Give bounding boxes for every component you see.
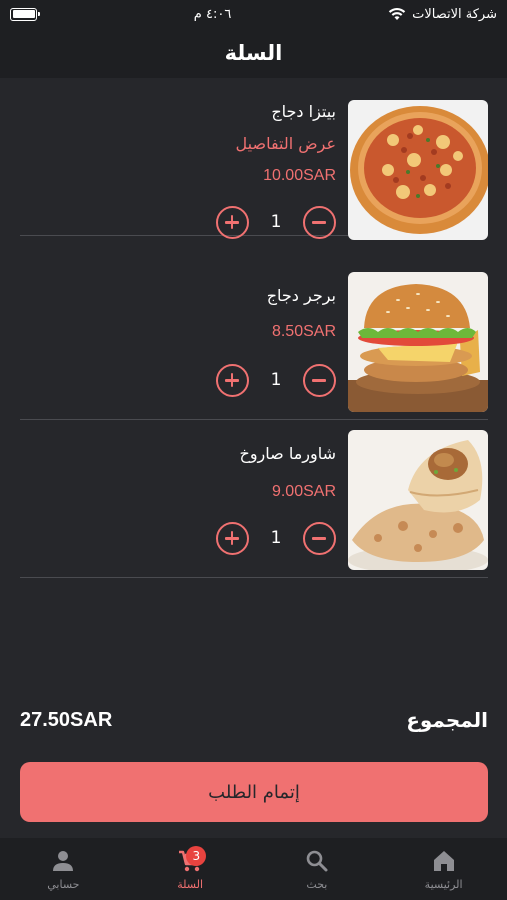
tab-search[interactable]: بحث (254, 838, 381, 900)
item-price: 9.00SAR (271, 483, 336, 500)
item-name: برجر دجاج (266, 286, 336, 305)
increase-quantity-button[interactable] (216, 521, 249, 555)
total-label: المجموع (406, 708, 488, 732)
tab-label: السلة (177, 877, 203, 891)
tab-cart[interactable]: 3 السلة (127, 838, 254, 900)
tab-label: حسابي (47, 877, 80, 891)
tab-account[interactable]: حسابي (0, 838, 127, 900)
total-row: 27.50SAR المجموع (20, 700, 488, 740)
carrier-name: شركة الاتصالات (412, 6, 497, 22)
quantity-value: 1 (270, 212, 282, 232)
decrease-quantity-button[interactable] (303, 363, 336, 397)
item-image-burger (348, 272, 488, 412)
item-info: شاورما صاروخ 9.00SAR (36, 442, 336, 504)
view-details-link[interactable]: عرض التفاصيل (36, 132, 336, 156)
person-icon (53, 850, 74, 871)
home-icon (433, 850, 454, 871)
carrier-info: شركة الاتصالات (388, 7, 497, 22)
status-time: ٤:٠٦ م (193, 6, 232, 22)
cart-count-badge: 3 (186, 846, 207, 866)
page-title: السلة (224, 41, 283, 65)
quantity-value: 1 (270, 528, 282, 548)
item-info: بيتزا دجاج عرض التفاصيل 10.00SAR (36, 100, 336, 188)
checkout-button[interactable]: إتمام الطلب (20, 762, 488, 822)
decrease-quantity-button[interactable] (303, 205, 336, 239)
item-name: شاورما صاروخ (239, 444, 336, 463)
search-icon (306, 850, 328, 871)
tab-home[interactable]: الرئيسية (380, 838, 507, 900)
decrease-quantity-button[interactable] (303, 521, 336, 555)
checkout-button-label: إتمام الطلب (208, 781, 300, 803)
wifi-icon (388, 7, 406, 20)
header: السلة (0, 28, 507, 78)
item-info: برجر دجاج 8.50SAR (36, 284, 336, 344)
item-image-shawarma (348, 430, 488, 570)
quantity-stepper: 1 (216, 363, 336, 397)
quantity-stepper: 1 (216, 521, 336, 555)
item-price: 8.50SAR (271, 323, 336, 340)
increase-quantity-button[interactable] (216, 205, 249, 239)
status-bar: ٤:٠٦ م شركة الاتصالات (0, 0, 507, 28)
tab-label: بحث (306, 877, 328, 891)
total-value: 27.50SAR (20, 708, 113, 731)
cart-item: بيتزا دجاج عرض التفاصيل 10.00SAR 1 (20, 78, 488, 240)
battery-icon (10, 7, 40, 21)
item-image-pizza (348, 100, 488, 240)
cart-item: برجر دجاج 8.50SAR 1 (20, 262, 488, 420)
quantity-stepper: 1 (216, 205, 336, 239)
item-name: بيتزا دجاج (271, 102, 336, 121)
quantity-value: 1 (270, 370, 282, 390)
cart-item: شاورما صاروخ 9.00SAR 1 (20, 420, 488, 578)
increase-quantity-button[interactable] (216, 363, 249, 397)
tab-bar: حسابي 3 السلة بحث الرئيسية (0, 838, 507, 900)
item-price: 10.00SAR (263, 167, 336, 184)
tab-label: الرئيسية (424, 877, 463, 891)
